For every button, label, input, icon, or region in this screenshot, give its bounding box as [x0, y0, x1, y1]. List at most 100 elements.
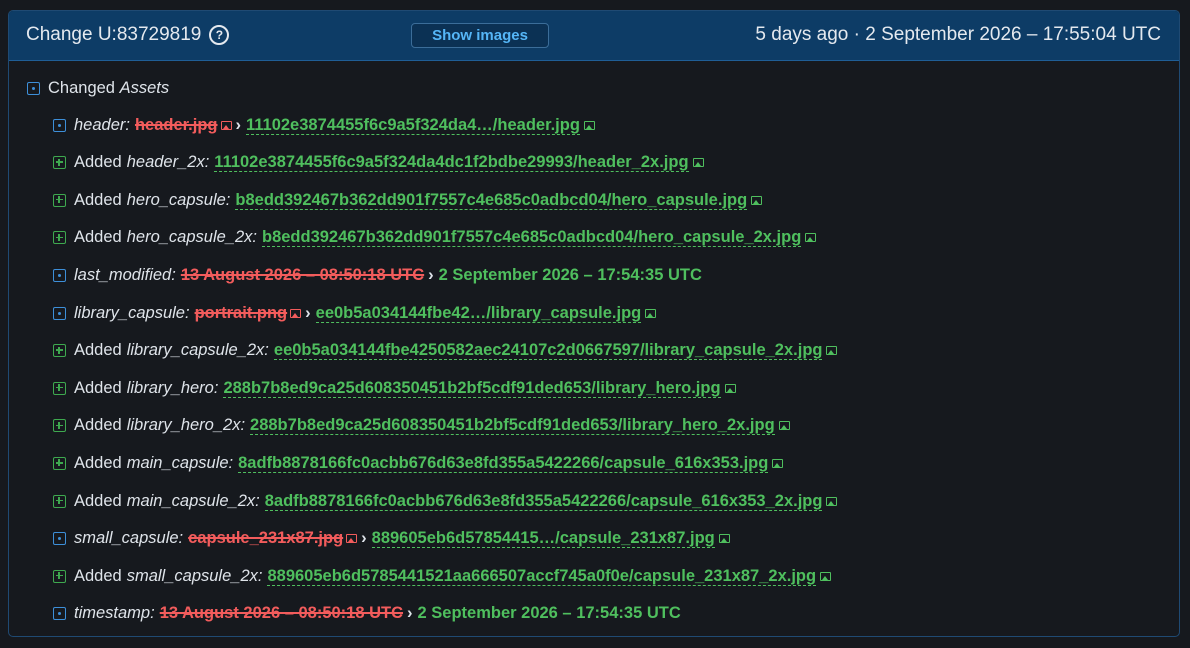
change-verb: Added [74, 341, 122, 360]
change-title: Change U:83729819 ? [26, 24, 230, 46]
section-label: Changed [48, 78, 115, 97]
added-icon [53, 193, 66, 207]
change-key: library_hero_2x: [126, 416, 246, 435]
change-key: small_capsule: [74, 529, 184, 548]
change-header: Change U:83729819 ? Show images 5 days a… [9, 11, 1179, 61]
added-icon [53, 231, 66, 245]
image-icon[interactable] [724, 383, 736, 393]
change-row: small_capsule: capsule_231x87.jpg › 889605e… [53, 527, 730, 551]
image-icon[interactable] [290, 308, 302, 318]
image-icon[interactable] [778, 421, 790, 431]
change-row: Added hero_capsule: b8edd392467b362dd901f7… [53, 188, 763, 212]
old-value[interactable]: header.jpg [135, 116, 218, 135]
new-value[interactable]: b8edd392467b362dd901f7557c4e685c0adbcd04… [235, 191, 748, 210]
new-value[interactable]: 11102e3874455f6c9a5f324da4dc1f2bdbe29993… [214, 153, 689, 173]
old-value[interactable]: capsule_231x87.jpg [188, 529, 343, 548]
change-row: Added library_hero: 288b7b8ed9ca25d6083504… [53, 376, 736, 400]
change-row: Added main_capsule: 8adfb8878166fc0acbb676… [53, 451, 784, 475]
new-value[interactable]: 889605eb6d57854415…/capsule_231x87.jpg [371, 529, 715, 549]
change-key: timestamp: [74, 604, 155, 623]
change-key: hero_capsule: [126, 190, 231, 209]
section-title: Changed Assets [48, 79, 169, 98]
section-changed-assets: Changed Assets [27, 76, 169, 100]
modified-icon [27, 81, 40, 95]
modified-icon [53, 306, 66, 320]
change-verb: Added [74, 153, 122, 172]
image-icon[interactable] [220, 120, 232, 130]
change-verb: Added [74, 228, 122, 247]
new-value[interactable]: 11102e3874455f6c9a5f324da4…/header.jpg [246, 116, 580, 135]
image-icon[interactable] [826, 496, 838, 506]
change-key: header: [74, 115, 130, 134]
change-row: timestamp: 13 August 2026 – 08:50:18 UTC ›… [53, 602, 681, 626]
image-icon[interactable] [645, 308, 657, 318]
change-row: Added library_hero_2x: 288b7b8ed9ca25d6083… [53, 414, 790, 438]
change-row: Added main_capsule_2x: 8adfb8878166fc0acbb… [53, 489, 838, 513]
change-row: Added small_capsule_2x: 889605eb6d57854415… [53, 564, 832, 588]
change-verb: Added [74, 566, 122, 585]
new-value: 2 September 2026 – 17:54:35 UTC [438, 265, 702, 284]
change-row: library_capsule: portrait.png › ee0b5a03414… [53, 301, 657, 325]
arrow-icon: › [361, 529, 367, 548]
show-images-button[interactable]: Show images [411, 23, 549, 48]
new-value[interactable]: ee0b5a034144fbe4250582aec24107c2d0667597… [273, 341, 823, 361]
change-key: library_capsule: [74, 303, 190, 322]
added-icon [53, 456, 66, 470]
change-row: last_modified: 13 August 2026 – 08:50:18 … [53, 263, 702, 287]
new-value[interactable]: 8adfb8878166fc0acbb676d63e8fd355a5422266… [264, 492, 823, 511]
old-value: 13 August 2026 – 08:50:18 UTC [180, 265, 425, 284]
change-verb: Added [74, 190, 122, 209]
change-key: header_2x: [126, 153, 210, 172]
new-value[interactable]: b8edd392467b362dd901f7557c4e685c0adbcd04… [261, 228, 802, 248]
added-icon [53, 156, 66, 170]
change-row: Added header_2x: 11102e3874455f6c9a5f324da… [53, 151, 704, 175]
change-panel: Change U:83729819 ? Show images 5 days a… [8, 10, 1180, 637]
change-row: Added library_capsule_2x: ee0b5a034144fbe4… [53, 339, 838, 363]
image-icon[interactable] [583, 120, 595, 130]
new-value[interactable]: ee0b5a034144fbe42…/library_capsule.jpg [315, 304, 642, 323]
image-icon[interactable] [772, 458, 784, 468]
image-icon[interactable] [718, 534, 730, 544]
new-value[interactable]: 889605eb6d5785441521aa666507accf745a0f0e… [267, 567, 817, 586]
change-verb: Added [74, 453, 122, 472]
modified-icon [53, 532, 66, 546]
image-icon[interactable] [751, 195, 763, 205]
change-verb: Added [74, 378, 122, 397]
added-icon [53, 494, 66, 508]
new-value[interactable]: 288b7b8ed9ca25d608350451b2bf5cdf91ded653… [223, 379, 721, 398]
arrow-icon: › [428, 265, 434, 284]
arrow-icon: › [305, 303, 311, 322]
change-verb: Added [74, 416, 122, 435]
change-key: main_capsule: [126, 453, 234, 472]
added-icon [53, 419, 66, 433]
image-icon[interactable] [692, 158, 704, 168]
change-key: hero_capsule_2x: [126, 228, 257, 247]
change-key: library_capsule_2x: [126, 341, 269, 360]
change-verb: Added [74, 491, 122, 510]
added-icon [53, 569, 66, 583]
change-key: library_hero: [126, 378, 219, 397]
section-label-italic: Assets [119, 78, 170, 97]
help-icon[interactable]: ? [209, 25, 230, 45]
change-key: main_capsule_2x: [126, 491, 260, 510]
change-row: Added hero_capsule_2x: b8edd392467b362dd90… [53, 226, 817, 250]
image-icon[interactable] [826, 346, 838, 356]
change-key: small_capsule_2x: [126, 566, 263, 585]
new-value: 2 September 2026 – 17:54:35 UTC [417, 604, 681, 623]
old-value[interactable]: portrait.png [195, 304, 288, 323]
image-icon[interactable] [805, 233, 817, 243]
change-row: header: header.jpg › 11102e3874455f6c9a5f32… [53, 113, 595, 137]
modified-icon [53, 118, 66, 132]
change-timestamp: 5 days ago · 2 September 2026 – 17:55:04… [755, 24, 1161, 45]
image-icon[interactable] [820, 571, 832, 581]
old-value: 13 August 2026 – 08:50:18 UTC [159, 604, 404, 623]
modified-icon [53, 268, 66, 282]
image-icon[interactable] [346, 534, 358, 544]
arrow-icon: › [235, 115, 242, 134]
change-key: last_modified: [74, 265, 176, 284]
added-icon [53, 381, 66, 395]
new-value[interactable]: 288b7b8ed9ca25d608350451b2bf5cdf91ded653… [250, 416, 775, 436]
arrow-icon: › [407, 604, 413, 623]
modified-icon [53, 607, 66, 621]
new-value[interactable]: 8adfb8878166fc0acbb676d63e8fd355a5422266… [238, 454, 769, 473]
